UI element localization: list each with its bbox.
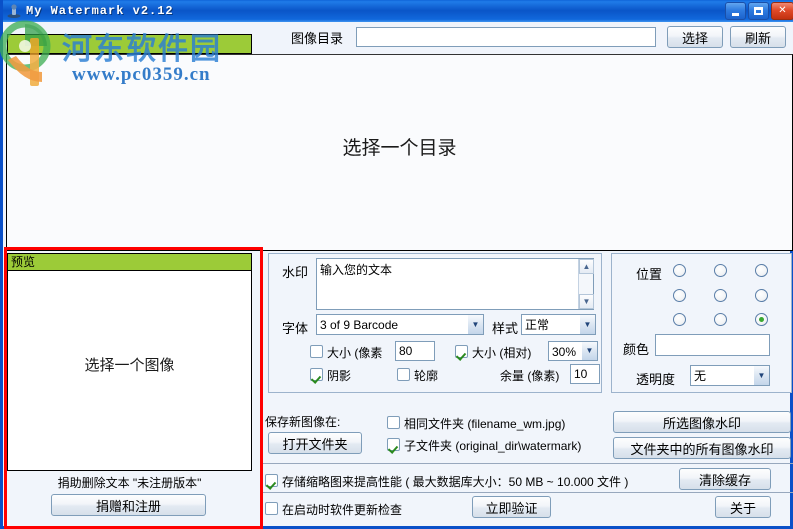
- margin-input[interactable]: [570, 364, 600, 384]
- image-directory-input[interactable]: [356, 27, 656, 47]
- separator-1: [261, 463, 793, 464]
- position-radio-middle-right[interactable]: [755, 289, 768, 302]
- save-location-label: 保存新图像在:: [265, 415, 341, 429]
- same-folder-label: 相同文件夹 (filename_wm.jpg): [404, 417, 566, 431]
- store-thumbnails-checkbox[interactable]: [265, 474, 278, 487]
- outline-checkbox[interactable]: [397, 368, 410, 381]
- watermark-all-button[interactable]: 文件夹中的所有图像水印: [613, 437, 791, 459]
- top-green-header-bar: [7, 34, 252, 54]
- chevron-down-icon: ▼: [581, 342, 597, 360]
- position-radio-middle-center[interactable]: [714, 289, 727, 302]
- watermark-text-scrollbar[interactable]: ▲ ▼: [578, 259, 594, 309]
- image-list-area[interactable]: 选择一个目录: [6, 54, 793, 251]
- shadow-checkbox[interactable]: [310, 368, 323, 381]
- size-relative-value: 30%: [552, 345, 577, 359]
- clear-cache-button[interactable]: 清除缓存: [679, 468, 771, 490]
- update-check-checkbox[interactable]: [265, 502, 278, 515]
- style-label: 样式: [492, 321, 519, 336]
- position-label: 位置: [636, 267, 663, 282]
- position-radio-bottom-left[interactable]: [673, 313, 686, 326]
- font-label: 字体: [282, 321, 309, 336]
- store-thumbnails-label: 存储缩略图来提高性能 ( 最大数据库大小：50 MB ~ 10.000 文件 ): [282, 475, 629, 489]
- scroll-down-icon[interactable]: ▼: [579, 294, 594, 309]
- app-stamp-icon: [6, 3, 22, 19]
- position-radio-top-center[interactable]: [714, 264, 727, 277]
- scroll-up-icon[interactable]: ▲: [579, 259, 594, 274]
- maximize-button[interactable]: [748, 2, 769, 20]
- update-check-label: 在启动时软件更新检查: [282, 503, 403, 517]
- transparency-value: 无: [694, 369, 707, 383]
- watermark-text-label: 水印: [282, 265, 309, 280]
- size-relative-checkbox[interactable]: [455, 345, 468, 358]
- shadow-label: 阴影: [327, 369, 352, 383]
- refresh-button[interactable]: 刷新: [730, 26, 786, 48]
- position-radio-top-right[interactable]: [755, 264, 768, 277]
- close-button[interactable]: ✕: [771, 2, 793, 20]
- sub-folder-label: 子文件夹 (original_dir\watermark): [404, 439, 582, 453]
- size-relative-label: 大小 (相对): [472, 346, 532, 360]
- preview-header-label: 预览: [8, 254, 251, 271]
- outline-label: 轮廓: [414, 369, 439, 383]
- about-button[interactable]: 关于: [715, 496, 771, 518]
- font-select-value: 3 of 9 Barcode: [320, 318, 399, 332]
- size-relative-select[interactable]: 30% ▼: [548, 341, 598, 361]
- sub-folder-checkbox[interactable]: [387, 438, 400, 451]
- position-radio-middle-left[interactable]: [673, 289, 686, 302]
- position-radio-bottom-right[interactable]: [755, 313, 768, 326]
- position-radio-top-left[interactable]: [673, 264, 686, 277]
- close-icon: ✕: [778, 5, 787, 16]
- chevron-down-icon: ▼: [753, 366, 769, 385]
- same-folder-checkbox[interactable]: [387, 416, 400, 429]
- image-directory-label: 图像目录: [291, 31, 344, 46]
- size-pixels-label: 大小 (像素: [327, 346, 383, 360]
- color-label: 颜色: [623, 342, 650, 357]
- open-folder-button[interactable]: 打开文件夹: [268, 432, 362, 454]
- margin-label: 余量 (像素): [500, 369, 560, 383]
- window-controls: ✕: [725, 2, 793, 20]
- donate-register-button[interactable]: 捐赠和注册: [51, 494, 206, 516]
- verify-now-button[interactable]: 立即验证: [472, 496, 551, 518]
- select-directory-button[interactable]: 选择: [667, 26, 723, 48]
- minimize-icon: [732, 12, 739, 16]
- minimize-button[interactable]: [725, 2, 746, 20]
- font-select[interactable]: 3 of 9 Barcode ▼: [316, 314, 484, 335]
- separator-2: [261, 492, 793, 493]
- size-pixels-checkbox[interactable]: [310, 345, 323, 358]
- window-title: My Watermark v2.12: [26, 4, 174, 18]
- preview-panel[interactable]: 预览 选择一个图像: [7, 253, 252, 471]
- title-bar: My Watermark v2.12 ✕: [3, 0, 793, 22]
- preview-placeholder: 选择一个图像: [84, 357, 175, 374]
- watermark-selected-button[interactable]: 所选图像水印: [613, 411, 791, 433]
- watermark-text-input[interactable]: [316, 258, 594, 310]
- position-radio-bottom-center[interactable]: [714, 313, 727, 326]
- application-window: My Watermark v2.12 ✕ 图像目录 选择 刷新 选择一个目录 预…: [0, 0, 793, 529]
- style-select-value: 正常: [525, 318, 550, 332]
- transparency-label: 透明度: [636, 372, 676, 387]
- transparency-select[interactable]: 无 ▼: [690, 365, 770, 386]
- maximize-icon: [754, 7, 763, 15]
- size-pixels-input[interactable]: [395, 341, 435, 361]
- color-swatch[interactable]: [655, 334, 770, 356]
- image-list-placeholder: 选择一个目录: [342, 138, 457, 159]
- chevron-down-icon: ▼: [467, 315, 483, 334]
- chevron-down-icon: ▼: [579, 315, 595, 334]
- donate-notice-text: 捐助删除文本 "未注册版本": [57, 476, 202, 490]
- style-select[interactable]: 正常 ▼: [521, 314, 596, 335]
